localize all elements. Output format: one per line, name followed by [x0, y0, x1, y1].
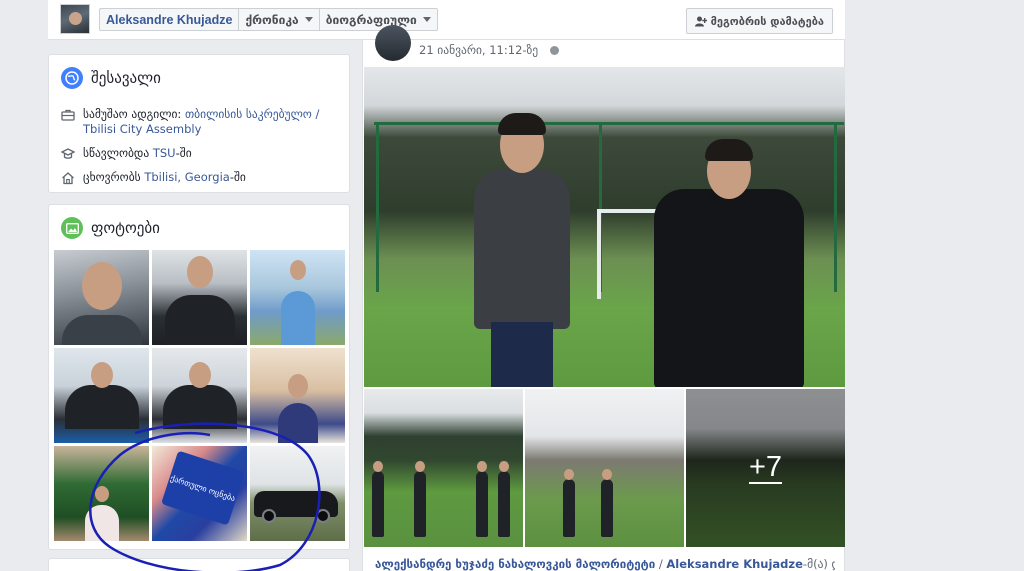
- profile-name-link[interactable]: Aleksandre Khujadze: [100, 9, 240, 30]
- post-timestamp[interactable]: 21 იანვარი, 11:12-ზე: [419, 43, 538, 57]
- photo-thumb[interactable]: [250, 446, 345, 541]
- more-photos-count: +7: [748, 451, 783, 484]
- photo-thumb[interactable]: [54, 446, 149, 541]
- photo-thumb[interactable]: [250, 348, 345, 443]
- caption-suffix: -მ(ა) დაამატა: [802, 557, 835, 571]
- caption-author-link[interactable]: Aleksandre Khujadze: [666, 557, 803, 571]
- post-photo-thumb-more[interactable]: +7: [686, 389, 845, 547]
- post-caption: ალექსანდრე ხუჯაძე ნახალოვკის მალორიტეტი …: [375, 557, 835, 571]
- post-main-photo[interactable]: [364, 67, 845, 387]
- globe-icon: [61, 67, 83, 89]
- lives-row: ცხოვრობს Tbilisi, Georgia-ში: [61, 170, 343, 185]
- study-row: სწავლობდა TSU-ში: [61, 146, 343, 161]
- work-row: სამუშაო ადგილი: თბილისის საკრებულო / Tbi…: [61, 107, 343, 137]
- post-photo-thumb[interactable]: [525, 389, 684, 547]
- caption-album-link[interactable]: ალექსანდრე ხუჯაძე ნახალოვკის მალორიტეტი: [375, 557, 655, 571]
- add-friend-label: მეგობრის დამატება: [710, 14, 824, 28]
- photo-thumb[interactable]: [250, 250, 345, 345]
- work-prefix: სამუშაო ადგილი:: [83, 107, 185, 121]
- lives-place-link[interactable]: Tbilisi, Georgia: [144, 170, 230, 184]
- profile-avatar[interactable]: [60, 4, 90, 34]
- post-author-avatar[interactable]: [375, 25, 411, 61]
- intro-title: შესავალი: [91, 69, 161, 87]
- banner-text: ქართული ოცნება: [161, 450, 245, 526]
- timeline-menu[interactable]: ქრონიკა: [239, 9, 320, 30]
- caret-down-icon: [422, 17, 431, 22]
- post-photo-grid: +7: [364, 389, 845, 547]
- photos-title[interactable]: ფოტოები: [91, 219, 160, 237]
- person-left: [474, 113, 570, 387]
- lives-suffix: -ში: [229, 170, 246, 184]
- person-right: [654, 137, 804, 387]
- bio-menu[interactable]: ბიოგრაფიული: [320, 9, 437, 30]
- intro-card: შესავალი სამუშაო ადგილი: თბილისის საკრებ…: [48, 54, 350, 193]
- photos-card: ფოტოები ქართული ოცნება: [48, 204, 350, 550]
- more-photos-overlay[interactable]: +7: [686, 389, 845, 547]
- add-friend-icon: [694, 16, 707, 26]
- photo-thumb[interactable]: [152, 348, 247, 443]
- graduation-cap-icon: [61, 148, 75, 159]
- post-photo-thumb[interactable]: [364, 389, 523, 547]
- bio-menu-label: ბიოგრაფიული: [325, 12, 417, 27]
- home-icon: [62, 172, 74, 185]
- post-card: 21 იანვარი, 11:12-ზე +7 ალექსანდრე ხუჯაძ…: [362, 25, 845, 571]
- timeline-menu-label: ქრონიკა: [245, 12, 299, 27]
- study-suffix: -ში: [175, 146, 192, 160]
- add-friend-button[interactable]: მეგობრის დამატება: [685, 8, 833, 34]
- public-globe-icon: [550, 45, 560, 55]
- lives-prefix: ცხოვრობს: [83, 170, 145, 184]
- photo-grid: ქართული ოცნება: [54, 250, 346, 541]
- study-place-link[interactable]: TSU: [153, 146, 176, 160]
- photo-icon: [61, 217, 83, 239]
- caret-down-icon: [304, 17, 313, 22]
- caption-separator: /: [655, 557, 667, 571]
- photo-thumb[interactable]: [54, 250, 149, 345]
- briefcase-icon: [61, 109, 75, 121]
- next-card-stub: [48, 558, 350, 571]
- photo-thumb[interactable]: ქართული ოცნება: [152, 446, 247, 541]
- study-prefix: სწავლობდა: [83, 146, 153, 160]
- photo-thumb[interactable]: [54, 348, 149, 443]
- photo-thumb[interactable]: [152, 250, 247, 345]
- profile-topbar: Aleksandre Khujadze ქრონიკა ბიოგრაფიული …: [48, 0, 845, 40]
